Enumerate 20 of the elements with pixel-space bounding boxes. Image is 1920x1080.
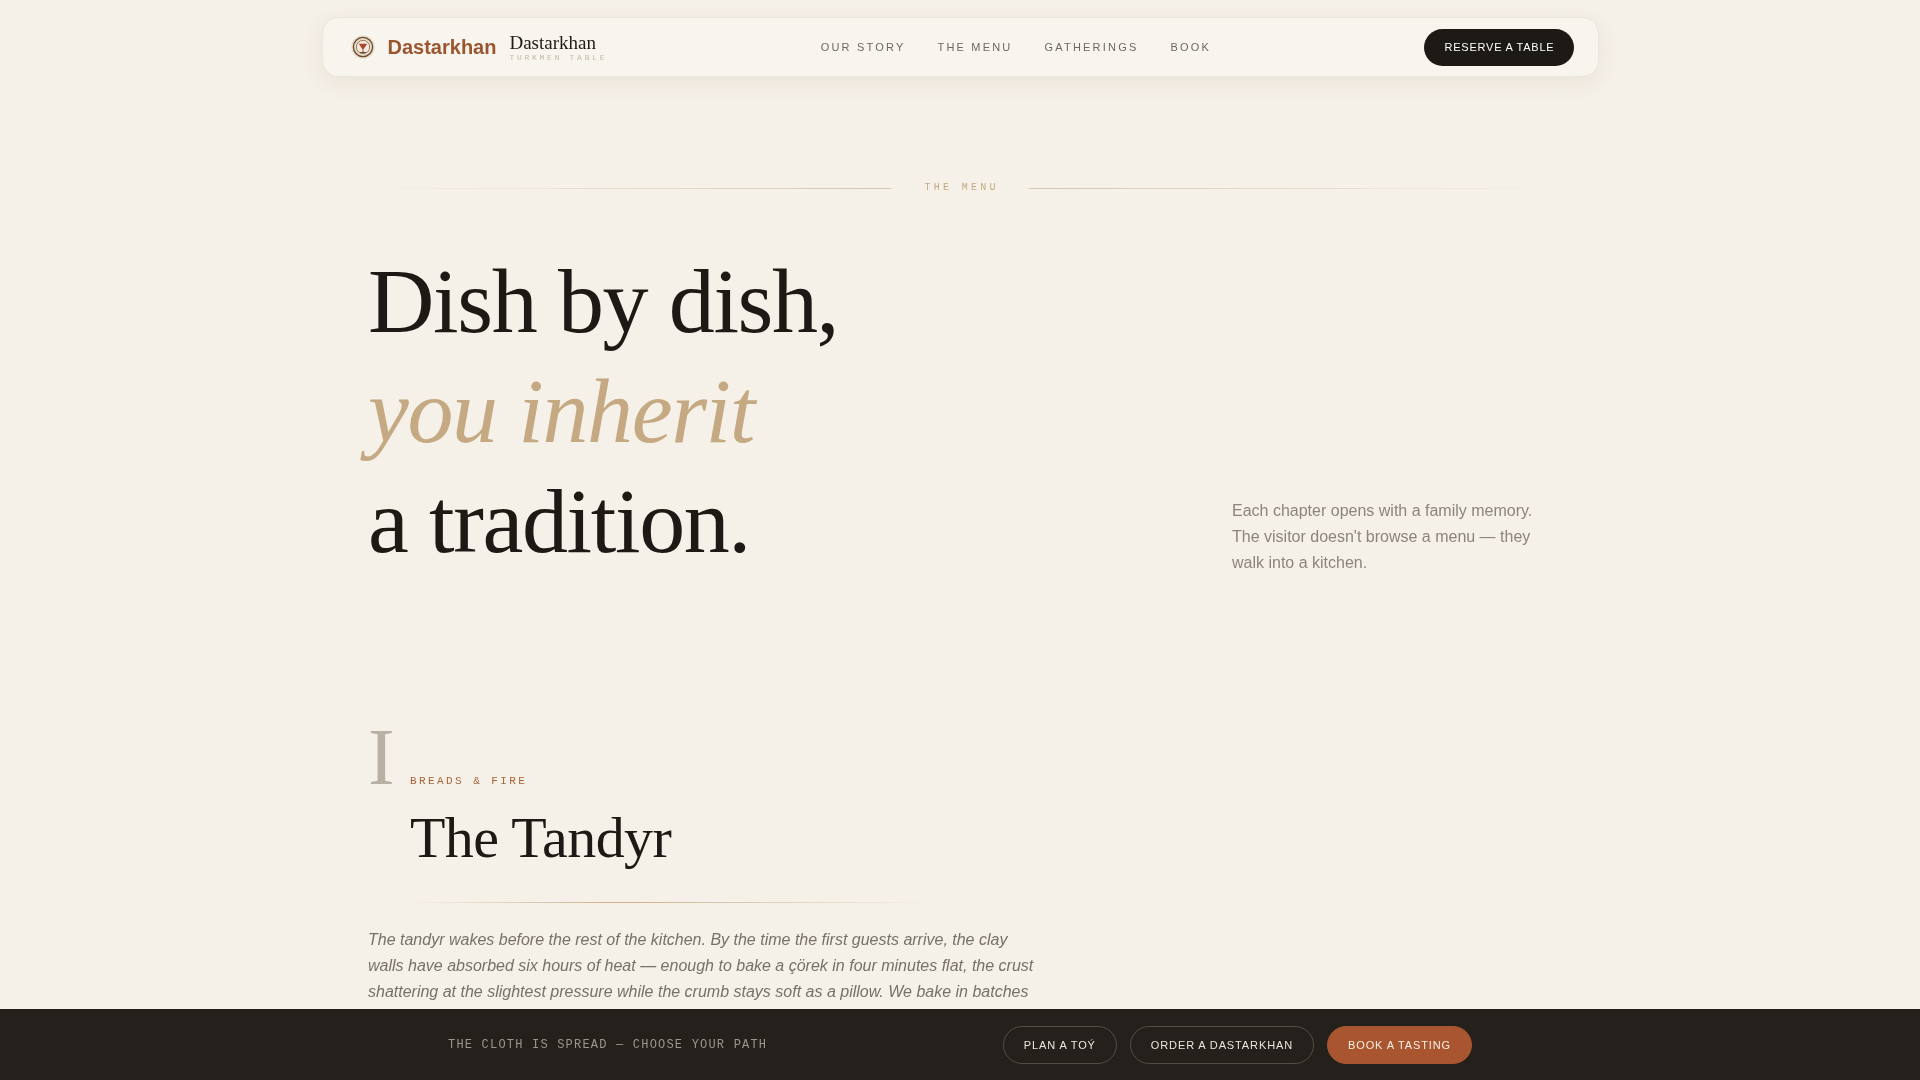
emblem-icon (350, 35, 375, 59)
section-label: THE MENU (923, 181, 999, 195)
nav-link[interactable]: GATHERINGS (1044, 41, 1139, 53)
nav-link[interactable]: THE MENU (937, 41, 1013, 53)
bar-tagline: THE CLOTH IS SPREAD — CHOOSE YOUR PATH (448, 1037, 768, 1052)
chapter-eyebrow: BREADS & FIRE (410, 774, 528, 788)
headline-line: a tradition. (368, 469, 750, 574)
headline-line: Dish by dish, (368, 249, 839, 354)
nav-link[interactable]: BOOK (1170, 41, 1212, 53)
chapter-numeral: I (368, 717, 395, 797)
brand-tagline: TURKMEN TABLE (509, 52, 608, 62)
brand-name: Dastarkhan (387, 35, 497, 59)
nav-link[interactable]: OUR STORY (820, 41, 906, 53)
reserve-button[interactable]: RESERVE A TABLE (1424, 28, 1575, 66)
primary-action-button[interactable]: BOOK A TASTING (1327, 1025, 1472, 1064)
intro-paragraph: Each chapter opens with a family memory. The visitor doesn't browse a menu — they walk into a kitchen. (1232, 501, 1534, 573)
brand-wordmark: Dastarkhan (509, 32, 597, 52)
chapter-paragraph: The tandyr wakes before the rest of the kitchen. By the time the first guests arrive, the clay walls have absorbed six hours of heat — enough to bake a çörek in four minutes flat, the crust shattering at the slightest pressure while the crumb stays soft as a pillow. We bake in batches (368, 930, 1035, 1002)
chapter-title: The Tandyr (410, 805, 672, 871)
headline-line: you inherit (352, 356, 768, 466)
